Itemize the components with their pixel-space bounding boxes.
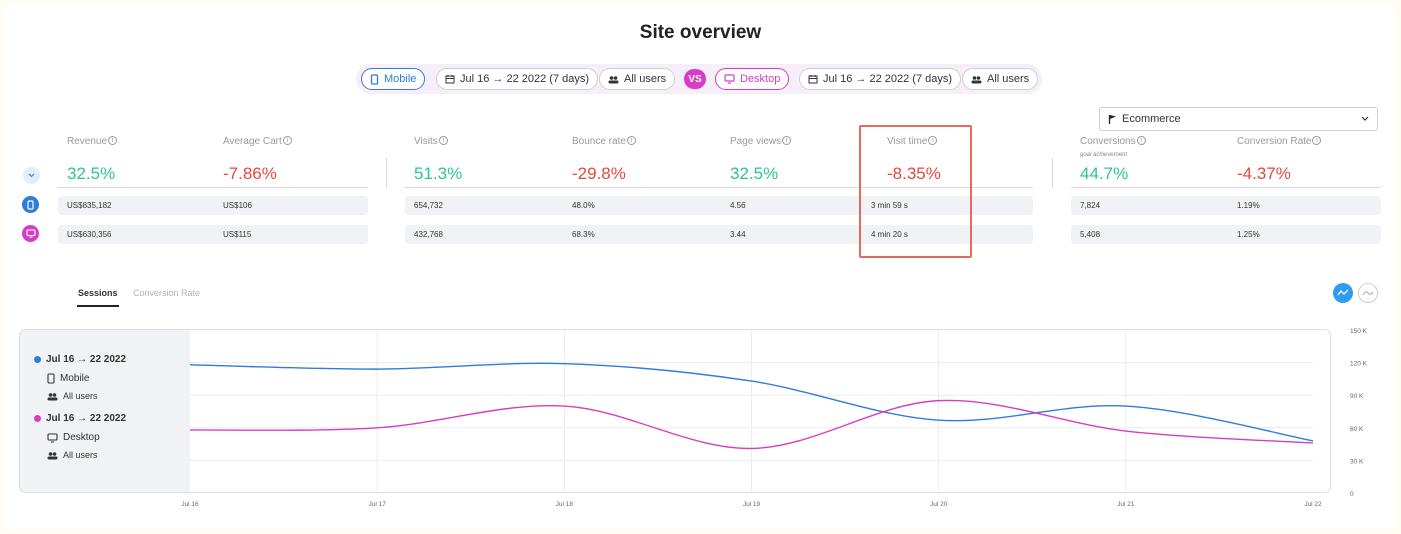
x-tick-label: Jul 18: [556, 501, 574, 508]
y-tick-label: 150 K: [1350, 328, 1368, 335]
y-tick-label: 30 K: [1350, 458, 1364, 465]
x-tick-label: Jul 20: [930, 501, 948, 508]
y-tick-label: 0: [1350, 491, 1354, 498]
x-tick-label: Jul 17: [368, 501, 386, 508]
x-tick-label: Jul 21: [1117, 501, 1135, 508]
x-tick-label: Jul 19: [743, 501, 761, 508]
x-tick-label: Jul 16: [181, 501, 199, 508]
line-chart-svg: 0 30 K 60 K 90 K 120 K 150 K Jul 16 Jul 17 Jul 1…: [181, 328, 1368, 508]
x-tick-label: Jul 22: [1304, 501, 1322, 508]
y-tick-label: 120 K: [1350, 361, 1368, 368]
y-tick-label: 90 K: [1350, 393, 1364, 400]
y-tick-label: 60 K: [1350, 426, 1364, 433]
